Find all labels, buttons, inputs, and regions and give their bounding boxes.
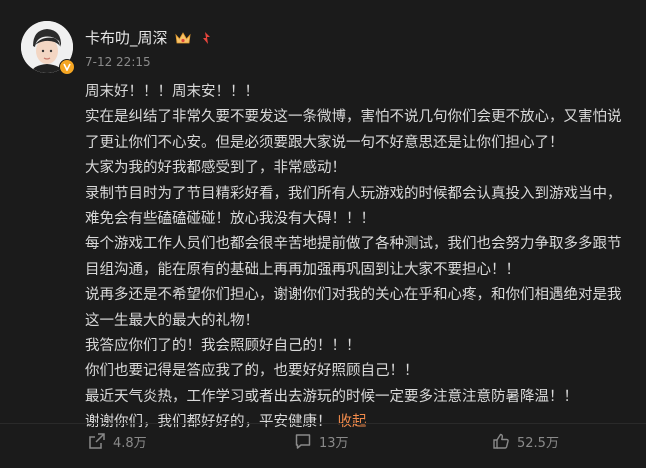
post-line: 你们也要记得是答应我了的，也要好好照顾自己！！ [85,363,419,380]
like-button[interactable]: 52.5万 [492,428,559,454]
author-name[interactable]: 卡布叻_周深 [85,27,168,48]
post-line: 说再多还是不希望你们担心，谢谢你们对我的关心在乎和心疼，和你们相遇绝对是我这一生… [85,287,622,329]
verified-badge-icon [59,59,75,75]
level-icon[interactable] [198,31,212,45]
like-count: 52.5万 [517,435,559,451]
post-line: 周末好！！！周末安！！！ [85,84,259,100]
post-time[interactable]: 7-12 22:15 [85,55,151,69]
comment-button[interactable]: 13万 [294,428,349,454]
post-line: 录制节目时为了节目精彩好看，我们所有人玩游戏的时候都会认真投入到游戏当中，难免会… [85,185,622,228]
post-line: 每个游戏工作人员们也都会很辛苦地提前做了各种测试，我们也会努力争取多多跟节目组沟… [85,236,622,278]
comment-count: 13万 [319,435,349,451]
comment-icon [294,432,312,450]
share-button[interactable]: 4.8万 [88,428,147,454]
action-bar: 4.8万 13万 52.5万 [0,428,646,454]
share-count: 4.8万 [113,435,147,451]
post-body: 周末好！！！周末安！！！ 实在是纠结了非常久要不要发这一条微博，害怕不说几句你们… [85,80,630,436]
post-line: 实在是纠结了非常久要不要发这一条微博，害怕不说几句你们会更不放心，又害怕说了更让… [85,109,622,151]
post-line: 我答应你们了的！我会照顾好自己的！！！ [85,338,361,355]
crown-icon[interactable] [174,31,192,45]
post-line: 最近天气炎热，工作学习或者出去游玩的时候一定要多注意注意防暑降温！！ [85,388,578,405]
post-line: 大家为我的好我都感受到了，非常感动！ [85,160,346,177]
like-icon [492,432,510,450]
share-icon [88,432,106,450]
divider [0,423,646,424]
post-header: 卡布叻_周深 [85,27,212,48]
